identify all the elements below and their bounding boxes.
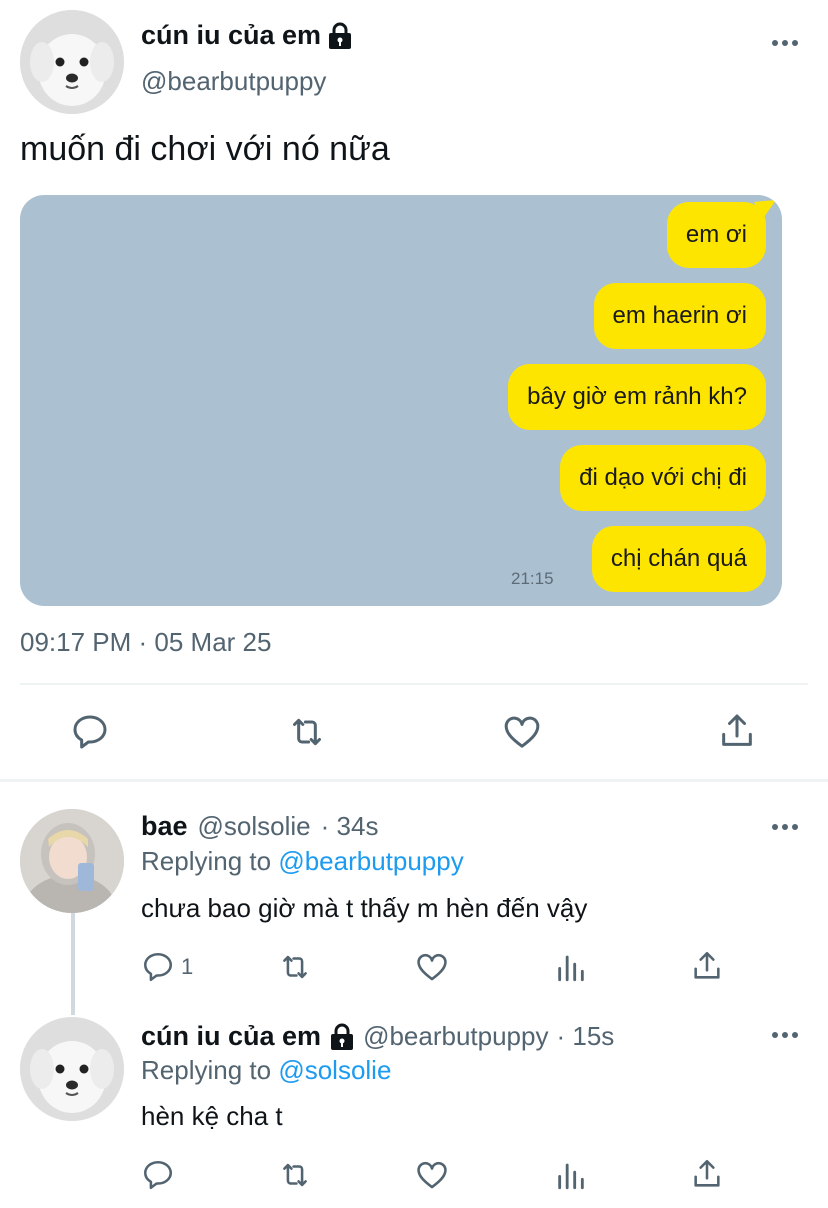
more-options-icon[interactable]: [772, 1032, 798, 1038]
retweet-icon[interactable]: [276, 950, 314, 984]
replying-to-link[interactable]: @solsolie: [278, 1055, 391, 1085]
analytics-icon[interactable]: [554, 950, 588, 984]
more-options-icon[interactable]: [772, 40, 798, 46]
replying-to-label: Replying to: [141, 846, 272, 876]
share-icon[interactable]: [690, 1156, 724, 1192]
reply-icon[interactable]: [70, 712, 110, 752]
chat-bubble: đi dạo với chị đi: [560, 445, 766, 511]
share-icon[interactable]: [690, 948, 724, 984]
more-options-icon[interactable]: [772, 824, 798, 830]
reply-author-handle[interactable]: @bearbutpuppy: [363, 1021, 548, 1052]
selfie-avatar-image: [20, 809, 124, 913]
puppy-avatar-image: [20, 1017, 124, 1121]
like-icon[interactable]: [502, 712, 542, 752]
tweet-text: muốn đi chơi với nó nữa: [20, 130, 390, 168]
lock-icon: [329, 1023, 355, 1051]
lock-icon: [327, 22, 353, 50]
share-icon[interactable]: [717, 710, 757, 752]
chat-time: 21:15: [511, 569, 554, 588]
chat-bubble: em haerin ơi: [593, 283, 766, 349]
reply-button[interactable]: 1: [141, 950, 193, 984]
replying-to-label: Replying to: [141, 1055, 272, 1085]
like-icon[interactable]: [415, 950, 449, 984]
puppy-avatar-image: [20, 10, 124, 114]
replying-to-link[interactable]: @bearbutpuppy: [278, 846, 463, 876]
chat-bubble: bây giờ em rảnh kh?: [508, 364, 766, 430]
chat-bubble: em ơi: [666, 200, 776, 268]
analytics-icon[interactable]: [554, 1158, 588, 1192]
bubble-tail-icon: [754, 200, 776, 220]
chat-bubble: chị chán quá: [591, 526, 766, 592]
like-icon[interactable]: [415, 1158, 449, 1192]
reply-author-handle[interactable]: @solsolie: [198, 811, 311, 842]
tweet-image[interactable]: em ơi em haerin ơi bây giờ em rảnh kh? đ…: [20, 195, 782, 606]
reply-author-name[interactable]: cún iu của em: [141, 1021, 321, 1052]
reply-avatar[interactable]: [20, 809, 124, 913]
reply-age: · 15s: [556, 1021, 615, 1051]
reply-icon[interactable]: [141, 950, 175, 984]
reply-text: hèn kệ cha t: [141, 1101, 283, 1131]
author-name[interactable]: cún iu của em: [141, 20, 321, 51]
author-avatar[interactable]: [20, 10, 124, 114]
retweet-icon[interactable]: [285, 712, 329, 752]
reply-author-name[interactable]: bae: [141, 811, 188, 842]
thread-line: [71, 912, 75, 1015]
reply-icon[interactable]: [141, 1158, 175, 1192]
reply-age: · 34s: [320, 811, 379, 841]
reply-avatar[interactable]: [20, 1017, 124, 1121]
tweet-timestamp[interactable]: 09:17 PM · 05 Mar 25: [20, 627, 271, 658]
retweet-icon[interactable]: [276, 1158, 314, 1192]
reply-text: chưa bao giờ mà t thấy m hèn đến vậy: [141, 893, 588, 923]
author-handle[interactable]: @bearbutpuppy: [141, 66, 326, 97]
reply-count: 1: [181, 954, 194, 979]
